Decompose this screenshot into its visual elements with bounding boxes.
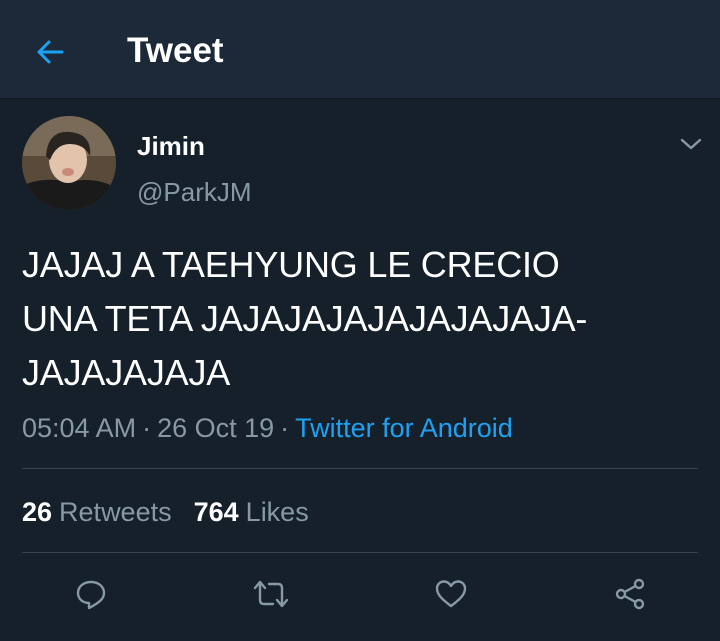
divider bbox=[22, 468, 698, 469]
tweet-text-line: JAJAJAJAJA bbox=[22, 352, 231, 393]
retweets-count: 26 bbox=[22, 497, 53, 527]
like-icon bbox=[435, 580, 467, 608]
tweet-source-link[interactable]: Twitter for Android bbox=[295, 413, 513, 443]
page-title: Tweet bbox=[127, 31, 224, 70]
retweets-stat[interactable]: 26 Retweets bbox=[22, 497, 172, 527]
top-app-bar: Tweet bbox=[0, 0, 720, 99]
tweet-text-line: JAJAJ A TAEHYUNG LE CRECIO bbox=[22, 244, 560, 285]
divider bbox=[22, 552, 698, 553]
tweet-detail-screen: Tweet Jimin @ParkJM JAJAJ A TAEHYUNG LE … bbox=[0, 0, 720, 641]
reply-icon bbox=[76, 580, 106, 610]
meta-separator: · bbox=[142, 413, 152, 443]
tweet-time: 05:04 AM bbox=[22, 413, 137, 443]
reply-button[interactable] bbox=[71, 574, 111, 614]
avatar[interactable] bbox=[22, 116, 116, 210]
arrow-left-icon bbox=[37, 40, 64, 64]
tweet-date: 26 Oct 19 bbox=[157, 413, 275, 443]
tweet-text-line: UNA TETA JAJAJAJAJAJAJAJAJA- bbox=[22, 298, 588, 339]
tweet-stats: 26 Retweets 764 Likes bbox=[22, 494, 309, 530]
likes-label: Likes bbox=[245, 497, 309, 527]
likes-count: 764 bbox=[193, 497, 239, 527]
back-button[interactable] bbox=[30, 32, 70, 72]
chevron-down-icon bbox=[680, 138, 702, 150]
retweet-icon bbox=[253, 580, 289, 608]
retweets-label: Retweets bbox=[59, 497, 172, 527]
share-icon bbox=[615, 578, 645, 610]
retweet-button[interactable] bbox=[251, 574, 291, 614]
author-handle[interactable]: @ParkJM bbox=[137, 176, 252, 208]
meta-separator: · bbox=[280, 413, 290, 443]
tweet-text: JAJAJ A TAEHYUNG LE CRECIO UNA TETA JAJA… bbox=[22, 238, 702, 400]
author-name[interactable]: Jimin bbox=[137, 130, 205, 162]
more-options-button[interactable] bbox=[676, 130, 706, 158]
like-button[interactable] bbox=[431, 574, 471, 614]
likes-stat[interactable]: 764 Likes bbox=[194, 497, 309, 527]
tweet-metadata: 05:04 AM · 26 Oct 19 · Twitter for Android bbox=[22, 410, 513, 446]
share-button[interactable] bbox=[610, 574, 650, 614]
